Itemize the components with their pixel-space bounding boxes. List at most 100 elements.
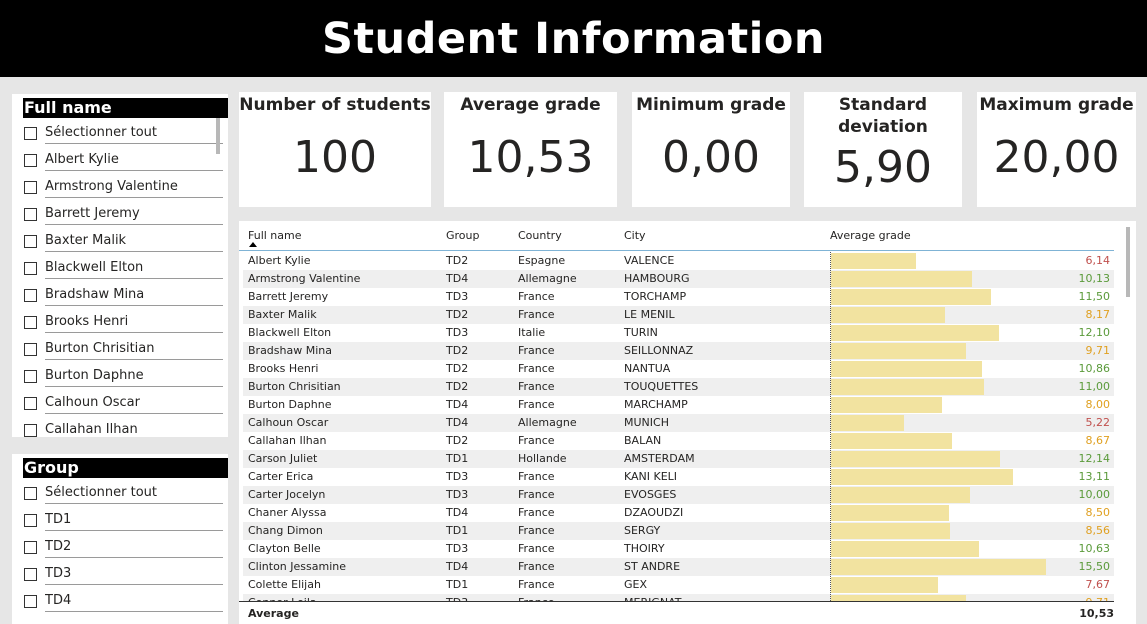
slicer-item[interactable]: Burton Chrisitian: [24, 339, 224, 366]
cell-group: TD2: [446, 380, 469, 393]
table-row[interactable]: Colette Elijah TD1 France GEX 7,67: [243, 576, 1114, 594]
checkbox[interactable]: [24, 424, 37, 437]
slicer-item[interactable]: Sélectionner tout: [24, 123, 224, 150]
cell-full-name: Clinton Jessamine: [248, 560, 347, 573]
report-title: Student Information: [321, 13, 826, 64]
cell-group: TD3: [446, 488, 469, 501]
slicer-item[interactable]: Calhoun Oscar: [24, 393, 224, 420]
cell-full-name: Chaner Alyssa: [248, 506, 327, 519]
slicer-item[interactable]: Baxter Malik: [24, 231, 224, 258]
slicer-item[interactable]: Sélectionner tout: [24, 483, 224, 510]
table-row[interactable]: Clayton Belle TD3 France THOIRY 10,63: [243, 540, 1114, 558]
table-row[interactable]: Clinton Jessamine TD4 France ST ANDRE 15,50: [243, 558, 1114, 576]
table-row[interactable]: Armstrong Valentine TD4 Allemagne HAMBOURG 1…: [243, 270, 1114, 288]
cell-city: THOIRY: [624, 542, 665, 555]
grade-bar: [831, 253, 916, 269]
checkbox[interactable]: [24, 316, 37, 329]
checkbox[interactable]: [24, 487, 37, 500]
table-row[interactable]: Burton Daphne TD4 France MARCHAMP 8,00: [243, 396, 1114, 414]
table-row[interactable]: Chaner Alyssa TD4 France DZAOUDZI 8,50: [243, 504, 1114, 522]
slicer-item[interactable]: Callahan Ilhan: [24, 420, 224, 437]
cell-average-grade: 6,14: [1085, 254, 1111, 267]
slicer-item[interactable]: Brooks Henri: [24, 312, 224, 339]
column-header-country[interactable]: Country: [518, 229, 562, 242]
checkbox[interactable]: [24, 154, 37, 167]
cell-average-grade: 13,11: [1078, 470, 1111, 483]
cell-full-name: Armstrong Valentine: [248, 272, 361, 285]
slicer-item[interactable]: Burton Daphne: [24, 366, 224, 393]
slicer-item[interactable]: Bradshaw Mina: [24, 285, 224, 312]
checkbox[interactable]: [24, 235, 37, 248]
slicer-item[interactable]: Armstrong Valentine: [24, 177, 224, 204]
slicer-item[interactable]: Blackwell Elton: [24, 258, 224, 285]
cell-average-grade: 10,63: [1078, 542, 1111, 555]
table-row[interactable]: Carter Erica TD3 France KANI KELI 13,11: [243, 468, 1114, 486]
cell-city: TORCHAMP: [624, 290, 687, 303]
table-row[interactable]: Albert Kylie TD2 Espagne VALENCE 6,14: [243, 252, 1114, 270]
table-row[interactable]: Brooks Henri TD2 France NANTUA 10,86: [243, 360, 1114, 378]
table-row[interactable]: Connor LeilaTD3FranceMERIGNAT9,71: [243, 594, 1114, 601]
checkbox[interactable]: [24, 343, 37, 356]
slicer-item[interactable]: TD3: [24, 564, 224, 591]
table-row[interactable]: Chang Dimon TD1 France SERGY 8,56: [243, 522, 1114, 540]
slicer-item[interactable]: TD4: [24, 591, 224, 618]
cell-city: LE MENIL: [624, 308, 675, 321]
table-row[interactable]: Burton Chrisitian TD2 France TOUQUETTES 11,0…: [243, 378, 1114, 396]
checkbox[interactable]: [24, 262, 37, 275]
column-header-group[interactable]: Group: [446, 229, 480, 242]
slicer-item-label: Barrett Jeremy: [45, 204, 223, 225]
table-row[interactable]: Carson Juliet TD1 Hollande AMSTERDAM 12,14: [243, 450, 1114, 468]
checkbox[interactable]: [24, 397, 37, 410]
slicer-item[interactable]: TD1: [24, 510, 224, 537]
sort-ascending-icon: [249, 242, 257, 247]
table-row[interactable]: Carter Jocelyn TD3 France EVOSGES 10,00: [243, 486, 1114, 504]
cell-full-name: Calhoun Oscar: [248, 416, 329, 429]
cell-country: France: [518, 398, 555, 411]
grade-bar: [831, 469, 1013, 485]
grade-bar: [831, 361, 982, 377]
slicer-item[interactable]: Albert Kylie: [24, 150, 224, 177]
slicer-item[interactable]: Barrett Jeremy: [24, 204, 224, 231]
column-header-average-grade[interactable]: Average grade: [830, 229, 911, 242]
cell-full-name: Carter Jocelyn: [248, 488, 326, 501]
cell-full-name: Colette Elijah: [248, 578, 321, 591]
table-scrollbar[interactable]: [1126, 227, 1130, 297]
card-title: Maximum grade: [979, 95, 1134, 115]
table-row[interactable]: Callahan Ilhan TD2 France BALAN 8,67: [243, 432, 1114, 450]
grade-bar: [831, 271, 972, 287]
table-row[interactable]: Barrett Jeremy TD3 France TORCHAMP 11,50: [243, 288, 1114, 306]
checkbox[interactable]: [24, 289, 37, 302]
slicer-full-name: Full name Sélectionner tout Albert Kylie A…: [12, 94, 228, 437]
column-header-full-name[interactable]: Full name: [248, 229, 302, 242]
cell-city: TURIN: [624, 326, 658, 339]
slicer-list-group: Sélectionner tout TD1 TD2 TD3 TD4: [24, 483, 224, 618]
cell-full-name: Baxter Malik: [248, 308, 317, 321]
table-row[interactable]: Calhoun Oscar TD4 Allemagne MUNICH 5,22: [243, 414, 1114, 432]
checkbox[interactable]: [24, 181, 37, 194]
column-header-city[interactable]: City: [624, 229, 646, 242]
checkbox[interactable]: [24, 595, 37, 608]
cell-city: DZAOUDZI: [624, 506, 684, 519]
grade-bar: [831, 397, 942, 413]
slicer-item[interactable]: TD2: [24, 537, 224, 564]
cell-city: SERGY: [624, 524, 661, 537]
grade-bar: [831, 343, 966, 359]
cell-average-grade: 8,56: [1085, 524, 1111, 537]
table-header: Full name Group Country City Average gra…: [239, 221, 1114, 251]
cell-group: TD4: [446, 506, 469, 519]
checkbox[interactable]: [24, 568, 37, 581]
cell-average-grade: 5,22: [1085, 416, 1111, 429]
table-row[interactable]: Blackwell Elton TD3 Italie TURIN 12,10: [243, 324, 1114, 342]
checkbox[interactable]: [24, 370, 37, 383]
slicer-item-label: Sélectionner tout: [45, 483, 223, 504]
checkbox[interactable]: [24, 514, 37, 527]
checkbox[interactable]: [24, 127, 37, 140]
table-row[interactable]: Baxter Malik TD2 France LE MENIL 8,17: [243, 306, 1114, 324]
slicer-scrollbar[interactable]: [216, 118, 220, 154]
cell-average-grade: 8,00: [1085, 398, 1111, 411]
cell-group: TD1: [446, 452, 469, 465]
checkbox[interactable]: [24, 541, 37, 554]
checkbox[interactable]: [24, 208, 37, 221]
cell-country: France: [518, 578, 555, 591]
table-row[interactable]: Bradshaw Mina TD2 France SEILLONNAZ 9,71: [243, 342, 1114, 360]
